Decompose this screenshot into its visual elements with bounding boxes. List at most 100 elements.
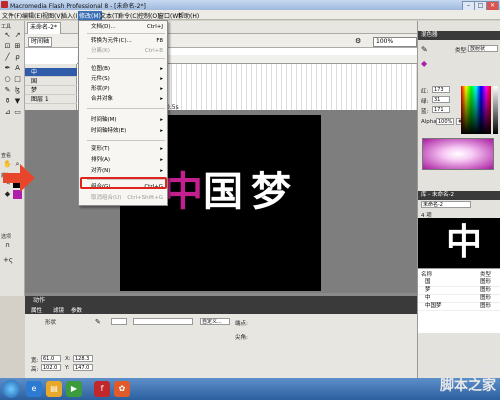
x-input[interactable]: 128.3	[73, 355, 93, 362]
menu-item-convert-to-symbol[interactable]: 转换为元件(C)... F8	[80, 37, 167, 45]
library-item[interactable]: 中国梦 图形	[418, 302, 500, 311]
menu-control[interactable]: 控制(O)	[138, 11, 159, 20]
layer-row[interactable]: 梦	[25, 86, 77, 95]
line-tool-icon[interactable]: ╱	[3, 53, 12, 62]
eraser-tool-icon[interactable]: ▭	[13, 108, 22, 117]
eyedropper-icon[interactable]: ⊿	[3, 108, 12, 117]
toolbox: 工具 ↖ ↗ ⊡ ⊞ ╱ ρ ✒ A ○ □ ✎ ɮ ⚱ ▼ ⊿ ▭ 查看 ✋ …	[0, 21, 25, 296]
media-icon[interactable]: ▶	[66, 381, 82, 397]
menu-item-shape[interactable]: 形状(P) ▸	[80, 85, 167, 93]
color-picker-field[interactable]	[461, 86, 491, 134]
x-label: X:	[65, 356, 71, 362]
timeline-toggle-button[interactable]: 时间轴	[28, 37, 53, 47]
flash-taskbar-icon[interactable]: f	[94, 381, 110, 397]
zoom-select[interactable]: 100%	[373, 37, 417, 47]
gradient-preview	[422, 138, 494, 170]
y-label: Y:	[65, 365, 70, 371]
paint-bucket-icon[interactable]: ▼	[13, 97, 22, 106]
menu-item-align[interactable]: 对齐(N) ▸	[80, 167, 167, 175]
join-label: 尖角:	[235, 335, 248, 341]
library-header[interactable]: 库 - 未命名-2	[418, 191, 500, 200]
tools-label: 工具	[1, 24, 12, 30]
w-label: 宽:	[31, 358, 39, 364]
library-col-name: 名称	[421, 272, 433, 278]
fill-type-select[interactable]: 放射状	[468, 45, 498, 52]
layer-row[interactable]: 国	[25, 77, 77, 86]
menu-edit[interactable]: 编辑(E)	[22, 11, 42, 20]
stroke-style-select[interactable]	[133, 318, 193, 325]
smooth-icon[interactable]: +ς	[3, 256, 13, 265]
ie-icon[interactable]: e	[26, 381, 42, 397]
stage-char-meng[interactable]: 梦	[251, 172, 291, 212]
watermark-site: jb51.net	[448, 360, 500, 373]
menu-item-document[interactable]: 文档(D)... Ctrl+J	[80, 23, 167, 31]
menu-insert[interactable]: 插入(I)	[61, 11, 79, 20]
custom-button[interactable]: 自定义...	[200, 318, 230, 325]
free-transform-icon[interactable]: ⊡	[3, 42, 12, 51]
h-label: 高:	[31, 367, 39, 373]
start-button[interactable]	[2, 380, 20, 398]
menu-view[interactable]: 视图(V)	[42, 11, 63, 20]
width-input[interactable]: 61.0	[41, 355, 61, 362]
menu-modify[interactable]: 修改(M)	[78, 11, 102, 20]
brightness-slider[interactable]	[493, 86, 498, 134]
menu-item-timeline[interactable]: 时间轴(M) ▸	[80, 116, 167, 124]
flash-app-icon	[1, 1, 8, 8]
red-input[interactable]: 173	[432, 86, 450, 93]
layer-list: 中 国 梦 图层 1	[25, 64, 77, 110]
layer-row[interactable]: 图层 1	[25, 95, 77, 104]
stage-char-guo[interactable]: 国	[203, 172, 243, 212]
menu-help[interactable]: 帮助(H)	[178, 11, 199, 20]
group-highlight-annotation	[80, 177, 167, 189]
green-input[interactable]: 31	[432, 96, 450, 103]
menu-item-bitmap[interactable]: 位图(B) ▸	[80, 65, 167, 73]
folder-icon[interactable]: ▤	[46, 381, 62, 397]
tab-parameters[interactable]: 参数	[71, 306, 82, 314]
edit-symbol-icon[interactable]: ⚙	[355, 37, 361, 45]
height-input[interactable]: 102.0	[41, 364, 61, 371]
menu-item-combine-objects[interactable]: 合并对象 ▸	[80, 95, 167, 103]
property-tabs: 属性 滤镜 参数	[25, 305, 417, 314]
stage-char-zhong[interactable]: 中	[163, 172, 203, 212]
alpha-input[interactable]: 100%	[436, 118, 454, 125]
ink-bottle-icon[interactable]: ⚱	[3, 97, 12, 106]
text-tool-icon[interactable]: A	[13, 64, 22, 73]
layer-row[interactable]: 中	[25, 68, 77, 77]
fill-bucket-icon[interactable]: ◆	[421, 59, 427, 68]
options-label: 选项	[1, 234, 12, 240]
menu-item-ungroup: 取消组合(U) Ctrl+Shift+G	[91, 195, 163, 201]
menu-item-transform[interactable]: 变形(T) ▸	[80, 145, 167, 153]
lasso-tool-icon[interactable]: ρ	[13, 53, 22, 62]
taskbar: e ▤ ▶ f ✿	[0, 378, 500, 400]
library-document-select[interactable]: 未命名-2	[421, 201, 471, 208]
actions-panel-header[interactable]: 动作	[25, 296, 417, 305]
menu-file[interactable]: 文件(F)	[2, 11, 22, 20]
color-mixer-header[interactable]: 混色器	[418, 31, 500, 40]
pencil-tool-icon[interactable]: ✎	[3, 86, 12, 95]
menu-commands[interactable]: 命令(C)	[118, 11, 139, 20]
red-arrow-annotation	[3, 164, 35, 192]
title-bar: Macromedia Flash Professional 8 - [未命名-2…	[0, 0, 500, 11]
app-taskbar-icon[interactable]: ✿	[114, 381, 130, 397]
watermark-name: 脚本之家	[440, 378, 496, 394]
brush-tool-icon[interactable]: ɮ	[13, 86, 22, 95]
rectangle-tool-icon[interactable]: □	[13, 75, 22, 84]
library-col-kind: 类型	[480, 272, 492, 278]
y-input[interactable]: 147.0	[73, 364, 93, 371]
menu-item-symbol[interactable]: 元件(S) ▸	[80, 75, 167, 83]
stroke-pencil-icon[interactable]: ✎	[421, 45, 428, 54]
menu-item-timeline-effects[interactable]: 时间轴特效(E) ▸	[80, 127, 167, 135]
tab-properties[interactable]: 属性	[31, 306, 42, 314]
stroke-height-input[interactable]	[111, 318, 127, 325]
subselect-tool-icon[interactable]: ↗	[13, 31, 22, 40]
blue-input[interactable]: 171	[432, 106, 450, 113]
oval-tool-icon[interactable]: ○	[3, 75, 12, 84]
snap-magnet-icon[interactable]: ∩	[3, 241, 12, 250]
tab-filters[interactable]: 滤镜	[53, 306, 64, 314]
fill-transform-icon[interactable]: ⊞	[13, 42, 22, 51]
stroke-pencil-icon[interactable]: ✎	[95, 318, 101, 326]
pen-tool-icon[interactable]: ✒	[3, 64, 12, 73]
selection-tool-icon[interactable]: ↖	[3, 31, 12, 40]
shape-label: 形状	[45, 320, 57, 326]
menu-item-arrange[interactable]: 排列(A) ▸	[80, 156, 167, 164]
